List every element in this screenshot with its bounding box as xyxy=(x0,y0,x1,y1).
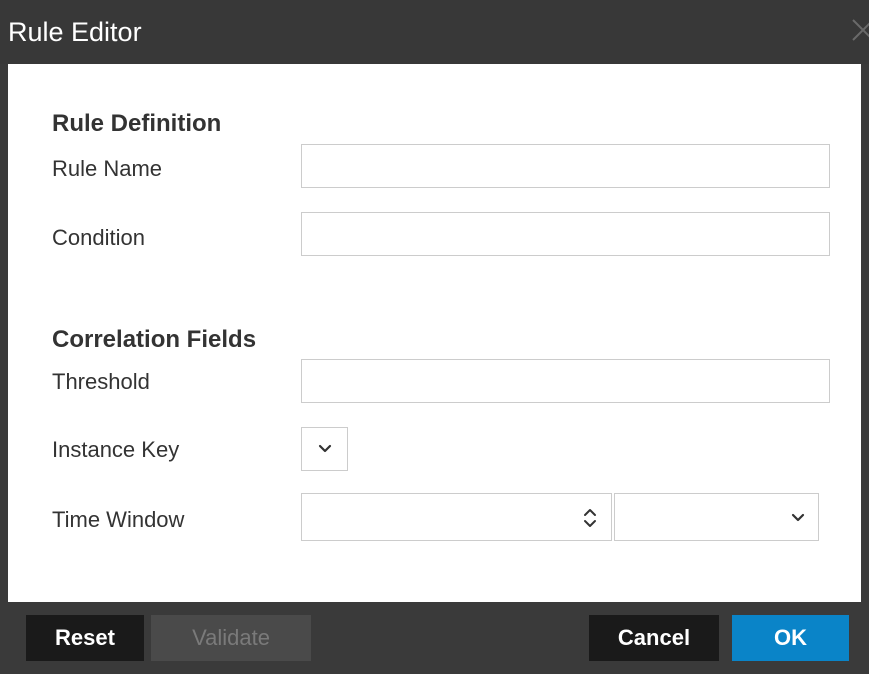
ok-button[interactable]: OK xyxy=(732,615,849,661)
condition-label: Condition xyxy=(52,225,145,250)
time-window-spinner[interactable] xyxy=(301,493,612,541)
rule-name-label: Rule Name xyxy=(52,156,163,181)
threshold-label: Threshold xyxy=(52,369,150,394)
cancel-button[interactable]: Cancel xyxy=(589,615,719,661)
close-icon[interactable] xyxy=(847,14,869,44)
rule-name-input[interactable] xyxy=(301,144,830,188)
threshold-input[interactable] xyxy=(301,359,830,403)
time-window-label: Time Window xyxy=(52,507,185,532)
dialog-body: Rule Definition Rule Name Condition Corr… xyxy=(8,64,861,602)
time-window-unit-select[interactable] xyxy=(614,493,819,541)
chevron-down-icon xyxy=(791,511,805,530)
instance-key-label: Instance Key xyxy=(52,437,180,462)
rule-editor-dialog: Rule Editor Rule Definition Rule Name Co… xyxy=(0,0,869,674)
reset-button[interactable]: Reset xyxy=(26,615,144,661)
dialog-title: Rule Editor xyxy=(8,17,142,47)
title-bar: Rule Editor xyxy=(0,0,869,64)
condition-input[interactable] xyxy=(301,212,830,256)
rule-definition-heading: Rule Definition xyxy=(52,110,222,137)
instance-key-select[interactable] xyxy=(301,427,348,471)
validate-button[interactable]: Validate xyxy=(151,615,311,661)
dialog-footer: Reset Validate Cancel OK xyxy=(8,602,861,666)
up-down-chevron-icon[interactable] xyxy=(582,506,598,535)
chevron-down-icon xyxy=(318,442,332,461)
correlation-fields-heading: Correlation Fields xyxy=(52,326,257,353)
